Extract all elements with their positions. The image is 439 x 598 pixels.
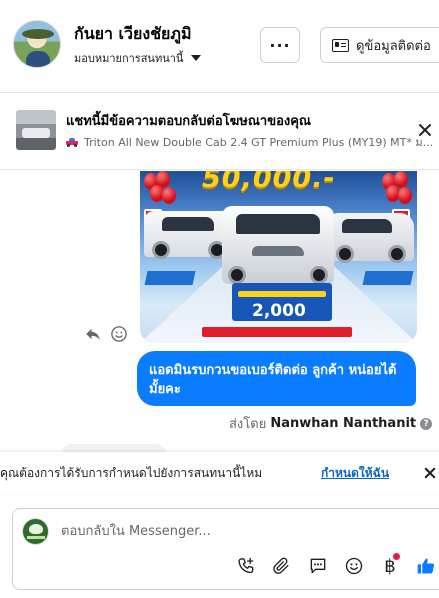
car-icon	[66, 137, 78, 147]
message-bubble[interactable]: แอดมินรบกวนขอเบอร์ติดต่อ ลูกค้า หน่อยได้…	[137, 351, 416, 406]
emoji-button[interactable]	[343, 555, 365, 577]
message-actions	[84, 325, 128, 343]
avatar-shirt	[26, 51, 50, 67]
sender-name: Nanwhan Nanthanit	[270, 416, 417, 431]
contact-avatar[interactable]	[13, 20, 61, 68]
ad-banner-subtitle: Triton All New Double Cab 2.4 GT Premium…	[84, 136, 434, 149]
banner-divider	[0, 169, 439, 170]
close-ad-banner-button[interactable]	[416, 121, 434, 139]
id-card-icon	[332, 38, 349, 52]
message-composer: ฿	[12, 508, 439, 590]
quick-replies-button[interactable]	[307, 555, 329, 577]
promo-price: 50,000.-	[202, 171, 336, 194]
assign-dropdown[interactable]: มอบหมายการสนทนานี้	[74, 49, 202, 67]
payment-button[interactable]: ฿	[379, 553, 401, 577]
emoji-icon	[345, 557, 363, 575]
assign-prompt-question: คุณต้องการได้รับการกำหนดไปยังการสนทนานี้…	[0, 466, 263, 480]
promo-date-strip	[202, 327, 352, 337]
promo-amount: 2,000	[252, 301, 306, 321]
attach-button[interactable]	[271, 555, 293, 577]
phone-add-icon	[238, 557, 254, 574]
conversation-header: กันยา เวียงชัยภูมิ มอบหมายการสนทนานี้ ··…	[0, 0, 439, 92]
paperclip-icon	[273, 557, 289, 574]
chat-dots-icon	[310, 558, 326, 574]
reply-input[interactable]	[61, 521, 361, 541]
close-icon	[423, 466, 437, 480]
car-pickup	[222, 206, 334, 284]
sent-by-prefix: ส่งโดย	[229, 417, 267, 432]
like-button[interactable]	[415, 555, 437, 577]
ad-banner-subtitle-row[interactable]: Triton All New Double Cab 2.4 GT Premium…	[66, 133, 438, 151]
sent-by-row: ส่งโดย Nanwhan Nanthanit ?	[229, 413, 433, 434]
view-contact-info-button[interactable]: ดูข้อมูลติดต่อ	[320, 27, 439, 63]
assign-label: มอบหมายการสนทนานี้	[74, 52, 184, 65]
car-suv	[328, 213, 414, 263]
help-icon[interactable]: ?	[420, 417, 433, 430]
promo-tag-right	[362, 271, 414, 285]
promo-ad-image[interactable]: 50,000.- 2,000	[140, 171, 417, 343]
ad-thumbnail[interactable]	[16, 110, 56, 150]
assign-prompt-bar: คุณต้องการได้รับการกำหนดไปยังการสนทนานี้…	[0, 452, 439, 494]
close-assign-prompt-button[interactable]	[423, 466, 437, 480]
contact-name[interactable]: กันยา เวียงชัยภูมิ	[74, 22, 192, 47]
ad-reply-banner: แชทนี้มีข้อความตอบกลับต่อโฆษณาของคุณ Tri…	[0, 93, 439, 169]
thumbs-up-icon	[417, 558, 435, 574]
page-avatar	[22, 518, 49, 545]
more-options-button[interactable]: ···	[260, 27, 300, 63]
ad-banner-title: แชทนี้มีข้อความตอบกลับต่อโฆษณาของคุณ	[66, 114, 311, 129]
close-icon	[416, 121, 434, 139]
view-contact-info-label: ดูข้อมูลติดต่อ	[356, 38, 431, 54]
react-emoji-icon[interactable]	[110, 325, 128, 343]
promo-tag-left	[144, 271, 196, 285]
saved-replies-button[interactable]	[235, 555, 257, 577]
notification-dot	[393, 553, 400, 560]
more-icon: ···	[269, 35, 291, 55]
caret-down-icon	[191, 55, 202, 61]
reply-icon[interactable]	[84, 325, 102, 343]
avatar-hat	[22, 29, 54, 39]
assign-to-me-link[interactable]: กำหนดให้ฉัน	[321, 464, 389, 483]
